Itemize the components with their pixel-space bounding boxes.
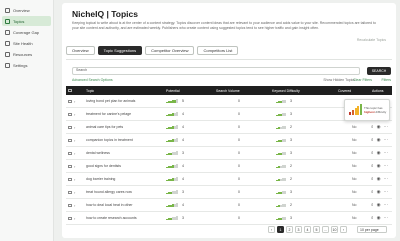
page-button[interactable]: 3 bbox=[295, 226, 302, 233]
recalculate-link[interactable]: Recalculate Topics bbox=[357, 38, 386, 42]
page-button[interactable]: 10 bbox=[331, 226, 338, 233]
sidebar-item-coverage-gap[interactable]: Coverage Gap bbox=[2, 27, 51, 37]
sidebar-item-overview[interactable]: Overview bbox=[2, 5, 51, 15]
per-page-select[interactable]: 10 per page bbox=[357, 226, 387, 233]
page-title: NicheIQ | Topics bbox=[72, 9, 138, 19]
tab-topic-suggestions[interactable]: Topic Suggestions bbox=[97, 46, 143, 55]
sidebar-item-label: Settings bbox=[13, 62, 28, 68]
health-icon bbox=[5, 40, 10, 46]
divider bbox=[66, 59, 392, 60]
search-button[interactable]: SEARCH bbox=[367, 67, 391, 75]
search-input[interactable]: Search bbox=[72, 67, 360, 75]
page-button[interactable]: ‹ bbox=[268, 226, 275, 233]
page-button[interactable]: … bbox=[322, 226, 329, 233]
book-icon bbox=[5, 51, 10, 57]
sidebar-item-label: Site Health bbox=[13, 40, 33, 46]
tab-bar: Overview Topic Suggestions Competitor Over… bbox=[66, 46, 239, 55]
page-button[interactable]: › bbox=[340, 226, 347, 233]
page-button[interactable]: 2 bbox=[286, 226, 293, 233]
filters-link[interactable]: Filters bbox=[381, 78, 391, 82]
options-row: Advanced Search Options Show Hidden Topi… bbox=[72, 78, 391, 83]
sidebar-item-label: Topics bbox=[13, 18, 25, 24]
sidebar-item-site-health[interactable]: Site Health bbox=[2, 38, 51, 48]
coverage-icon bbox=[5, 29, 10, 35]
show-hidden-toggle[interactable]: Show Hidden Topics bbox=[323, 78, 355, 82]
page-description: Keeping topical to write about is at the… bbox=[72, 21, 376, 30]
tab-overview[interactable]: Overview bbox=[66, 46, 95, 55]
tab-competitors-list[interactable]: Competitors List bbox=[197, 46, 239, 55]
sidebar-item-label: Coverage Gap bbox=[13, 29, 40, 35]
gear-icon bbox=[5, 62, 10, 68]
page-button[interactable]: 1 bbox=[277, 226, 284, 233]
main-panel: NicheIQ | Topics Keeping topical to writ… bbox=[62, 3, 396, 238]
page-button[interactable]: 5 bbox=[313, 226, 320, 233]
page-button[interactable]: 4 bbox=[304, 226, 311, 233]
advanced-search-link[interactable]: Advanced Search Options bbox=[72, 78, 113, 82]
pagination: ‹ 1 2 3 4 5… 10 › bbox=[268, 226, 347, 233]
sidebar: Overview Topics Coverage Gap Site Health Res… bbox=[0, 0, 54, 241]
sidebar-item-label: Resources bbox=[13, 51, 33, 57]
sidebar-item-settings[interactable]: Settings bbox=[2, 60, 51, 70]
sidebar-item-topics[interactable]: Topics bbox=[2, 16, 51, 26]
sidebar-item-label: Overview bbox=[13, 7, 30, 13]
tab-competitor-overview[interactable]: Competitor Overview bbox=[145, 46, 195, 55]
topics-icon bbox=[5, 18, 10, 24]
clear-filters-link[interactable]: Clear Filters bbox=[353, 78, 372, 82]
sidebar-item-resources[interactable]: Resources bbox=[2, 49, 51, 59]
home-icon bbox=[5, 7, 10, 13]
